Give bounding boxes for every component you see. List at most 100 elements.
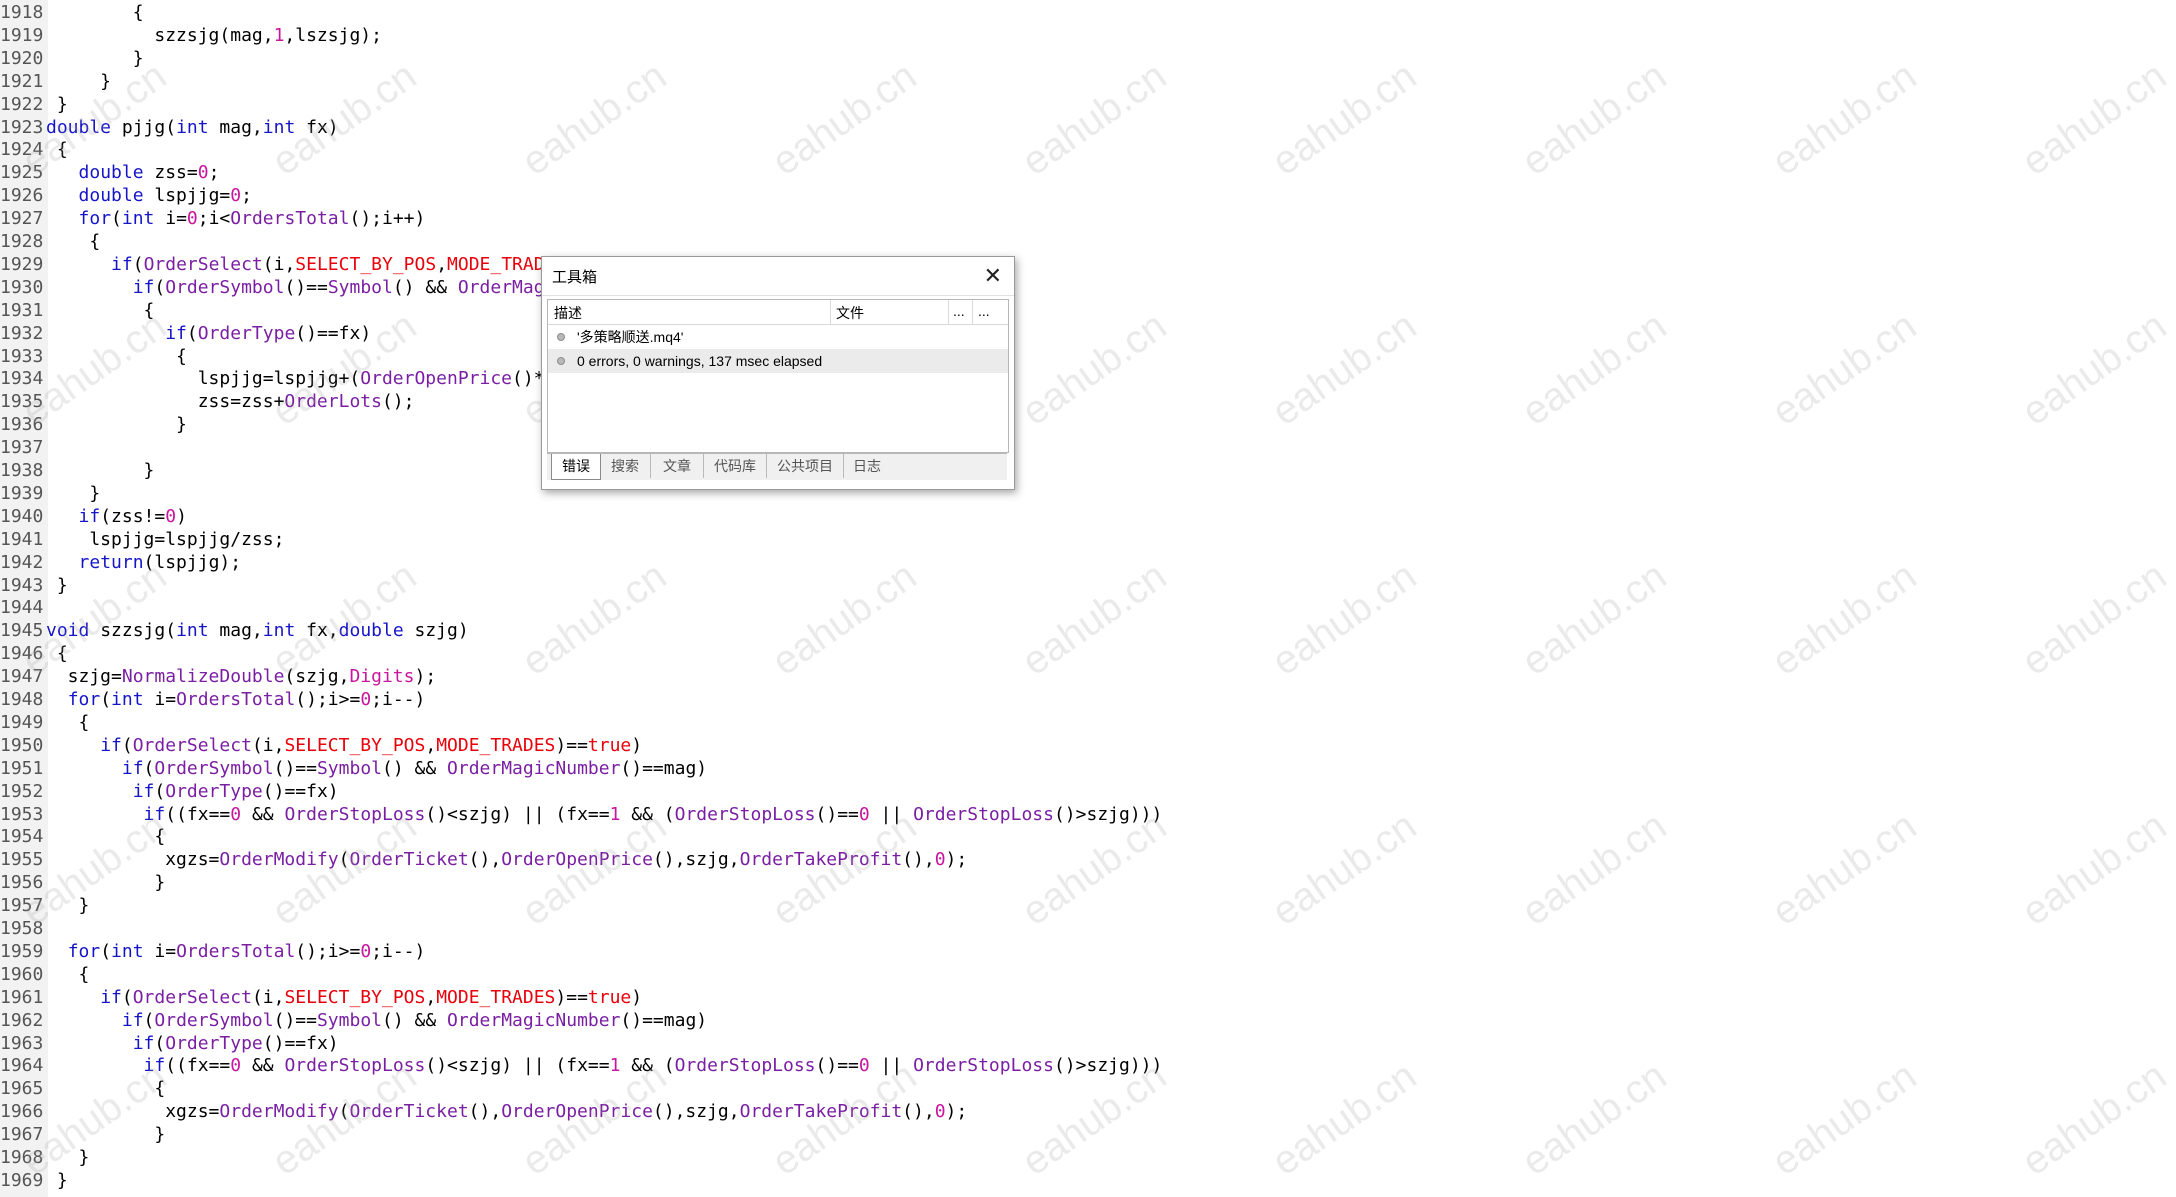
column-header-file[interactable]: 文件	[836, 303, 864, 323]
tab-public-projects[interactable]: 公共项目	[767, 454, 844, 478]
code-line[interactable]: 1942 return(lspjjg);	[0, 551, 2176, 574]
code-token: (lspjjg);	[143, 551, 242, 573]
code-token: 1	[609, 803, 621, 825]
code-token: (szjg,	[284, 666, 350, 688]
code-line[interactable]: 1925 double zss=0;	[0, 161, 2176, 184]
code-line[interactable]: 1960 {	[0, 963, 2176, 986]
code-line[interactable]: 1935 zss=zss+OrderLots();	[0, 390, 2176, 413]
code-line[interactable]: 1957 }	[0, 894, 2176, 917]
code-line[interactable]: 1967 }	[0, 1123, 2176, 1146]
code-line[interactable]: 1919 szzsjg(mag,1,lszsjg);	[0, 24, 2176, 47]
code-line[interactable]: 1969 }	[0, 1169, 2176, 1192]
code-line[interactable]: 1968 }	[0, 1146, 2176, 1169]
code-editor[interactable]: 1918 {1919 szzsjg(mag,1,lszsjg); 1920 } 19…	[0, 0, 2176, 1197]
result-row-selected[interactable]: 0 errors, 0 warnings, 137 msec elapsed	[548, 349, 1008, 373]
info-dot-icon	[557, 333, 565, 341]
code-line[interactable]: 1955 xgzs=OrderModify(OrderTicket(),Orde…	[0, 848, 2176, 871]
toolbox-tabs: 错误 搜索 文章 代码库 公共项目 日志	[547, 453, 1007, 480]
code-line[interactable]: 1956 }	[0, 871, 2176, 894]
code-line[interactable]: 1959 for(int i=OrdersTotal();i>=0;i--)	[0, 940, 2176, 963]
code-text: if(OrderSelect(i,SELECT_BY_POS,MODE_TRAD…	[46, 987, 642, 1008]
code-line[interactable]: 1965 {	[0, 1077, 2176, 1100]
code-line[interactable]: 1966 xgzs=OrderModify(OrderTicket(),Orde…	[0, 1100, 2176, 1123]
code-line[interactable]: 1962 if(OrderSymbol()==Symbol() && Order…	[0, 1009, 2176, 1032]
tab-search[interactable]: 搜索	[600, 454, 651, 478]
code-line[interactable]: 1945 void szzsjg(int mag,int fx,double sz…	[0, 619, 2176, 642]
code-line[interactable]: 1941 lspjjg=lspjjg/zss;	[0, 528, 2176, 551]
toolbox-title: 工具箱	[552, 269, 598, 286]
code-line[interactable]: 1943 }	[0, 574, 2176, 597]
code-token: szzsjg(	[89, 620, 177, 642]
line-number: 1941	[0, 528, 44, 550]
code-line[interactable]: 1963 if(OrderType()==fx)	[0, 1032, 2176, 1055]
code-line[interactable]: 1936 }	[0, 413, 2176, 436]
code-text: if(OrderSymbol()==Symbol() && OrderMagic…	[46, 758, 707, 779]
code-line[interactable]: 1950 if(OrderSelect(i,SELECT_BY_POS,MODE…	[0, 734, 2176, 757]
toolbox-titlebar[interactable]: 工具箱 ✕	[542, 257, 1014, 296]
code-token: Symbol	[316, 1009, 382, 1031]
column-divider[interactable]	[948, 300, 949, 324]
code-line[interactable]: 1940 if(zss!=0)	[0, 505, 2176, 528]
code-line[interactable]: 1939 }	[0, 482, 2176, 505]
code-line[interactable]: 1952 if(OrderType()==fx)	[0, 780, 2176, 803]
code-line[interactable]: 1929 if(OrderSelect(i,SELECT_BY_POS,MODE…	[0, 253, 2176, 276]
code-token: return	[78, 551, 144, 573]
tab-codebase[interactable]: 代码库	[704, 454, 767, 478]
tab-articles[interactable]: 文章	[651, 454, 704, 478]
code-line[interactable]: 1947 szjg=NormalizeDouble(szjg,Digits);	[0, 665, 2176, 688]
code-token: (	[121, 734, 133, 756]
code-line[interactable]: 1954 {	[0, 825, 2176, 848]
code-text: void szzsjg(int mag,int fx,double szjg)	[46, 620, 469, 641]
code-line[interactable]: 1946 {	[0, 642, 2176, 665]
code-line[interactable]: 1964 if((fx==0 && OrderStopLoss()<szjg) …	[0, 1054, 2176, 1077]
code-line[interactable]: 1930 if(OrderSymbol()==Symbol() && Order…	[0, 276, 2176, 299]
code-text: }	[46, 483, 100, 504]
code-line[interactable]: 1918 {	[0, 1, 2176, 24]
code-text: }	[46, 1124, 165, 1145]
code-token: 0	[230, 185, 242, 207]
code-line[interactable]: 1924 {	[0, 138, 2176, 161]
code-line[interactable]: 1932 if(OrderType()==fx)	[0, 322, 2176, 345]
code-line[interactable]: 1931 {	[0, 299, 2176, 322]
column-header-description[interactable]: 描述	[554, 303, 582, 323]
code-line[interactable]: 1961 if(OrderSelect(i,SELECT_BY_POS,MODE…	[0, 986, 2176, 1009]
code-token: if	[111, 253, 133, 275]
code-token: {	[46, 826, 166, 848]
code-line[interactable]: 1958	[0, 917, 2176, 940]
code-token: (),	[902, 1101, 935, 1123]
tab-journal[interactable]: 日志	[844, 454, 890, 478]
code-line[interactable]: 1949 {	[0, 711, 2176, 734]
result-row[interactable]: '多策略顺送.mq4'	[548, 325, 1008, 349]
code-token: (	[186, 322, 198, 344]
code-line[interactable]: 1951 if(OrderSymbol()==Symbol() && Order…	[0, 757, 2176, 780]
column-header-extra[interactable]: ...	[953, 303, 965, 319]
line-number: 1952	[0, 780, 44, 802]
code-line[interactable]: 1944	[0, 596, 2176, 619]
code-line[interactable]: 1928 {	[0, 230, 2176, 253]
code-line[interactable]: 1937	[0, 436, 2176, 459]
toolbox-window[interactable]: 工具箱 ✕ 描述 文件 ... ... '多策略顺送.mq4' 0 errors…	[541, 256, 1015, 490]
code-token: ();i>=	[295, 689, 361, 710]
code-line[interactable]: 1927 for(int i=0;i<OrdersTotal();i++)	[0, 207, 2176, 230]
code-line[interactable]: 1922 }	[0, 93, 2176, 116]
column-header-extra[interactable]: ...	[978, 303, 990, 319]
code-token: (	[154, 276, 166, 298]
code-line[interactable]: 1921 }	[0, 70, 2176, 93]
column-divider[interactable]	[830, 300, 831, 324]
close-icon[interactable]: ✕	[984, 263, 1002, 289]
line-number: 1961	[0, 986, 44, 1008]
code-line[interactable]: 1934 lspjjg=lspjjg+(OrderOpenPrice()*Ord…	[0, 367, 2176, 390]
code-line[interactable]: 1948 for(int i=OrdersTotal();i>=0;i--)	[0, 688, 2176, 711]
code-line[interactable]: 1923 double pjjg(int mag,int fx)	[0, 116, 2176, 139]
code-line[interactable]: 1938 }	[0, 459, 2176, 482]
tab-errors[interactable]: 错误	[551, 454, 601, 480]
result-text: '多策略顺送.mq4'	[577, 329, 684, 345]
code-line[interactable]: 1933 {	[0, 345, 2176, 368]
code-line[interactable]: 1920 }	[0, 47, 2176, 70]
code-line[interactable]: 1926 double lspjjg=0;	[0, 184, 2176, 207]
code-text: }	[46, 48, 144, 69]
toolbox-results-pane[interactable]: 描述 文件 ... ... '多策略顺送.mq4' 0 errors, 0 wa…	[547, 299, 1009, 453]
column-divider[interactable]	[972, 300, 973, 324]
code-line[interactable]: 1953 if((fx==0 && OrderStopLoss()<szjg) …	[0, 803, 2176, 826]
